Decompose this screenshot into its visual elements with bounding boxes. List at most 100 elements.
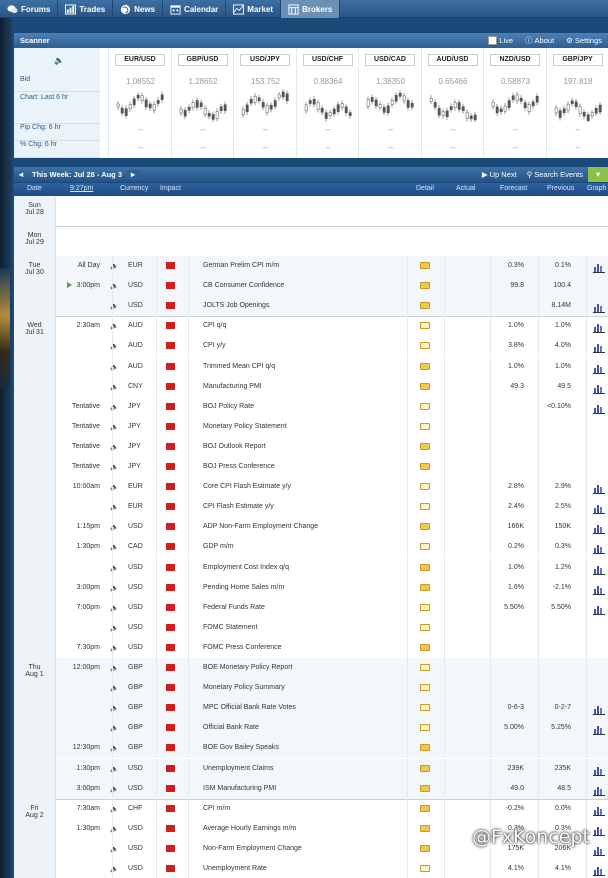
next-week-button[interactable]: ►	[126, 170, 141, 179]
event-title[interactable]: GDP m/m	[203, 543, 234, 550]
scanner-pair[interactable]: GBP/JPY 197.818 -- --	[545, 48, 608, 158]
detail-folder-icon[interactable]	[420, 784, 430, 792]
detail-folder-icon[interactable]	[420, 623, 430, 631]
table-row[interactable]: 🔈 GBP Official Bank Rate 5.00% 5.25%	[14, 718, 608, 739]
graph-icon[interactable]	[593, 503, 605, 515]
table-row[interactable]: 12:30pm 🔈 GBP BOE Gov Bailey Speaks	[14, 738, 608, 759]
graph-icon[interactable]	[593, 543, 605, 555]
pair-name[interactable]: GBP/JPY	[552, 54, 603, 66]
table-row[interactable]: Tentative 🔈 JPY BOJ Outlook Report	[14, 436, 608, 457]
table-row[interactable]: 3:00pm 🔈 USD Pending Home Sales m/m 1.6% -2.1…	[14, 577, 608, 598]
table-row[interactable]: 1:30pm 🔈 USD Unemployment Claims 239K 235K	[14, 758, 608, 779]
detail-folder-icon[interactable]	[420, 563, 430, 571]
event-title[interactable]: Pending Home Sales m/m	[203, 584, 284, 591]
graph-icon[interactable]	[593, 383, 605, 394]
event-title[interactable]: CPI q/q	[203, 322, 226, 329]
detail-folder-icon[interactable]	[420, 282, 430, 290]
event-title[interactable]: Core CPI Flash Estimate y/y	[203, 483, 291, 490]
graph-icon[interactable]	[593, 564, 605, 575]
nav-market[interactable]: Market	[226, 0, 282, 18]
table-row[interactable]: Tentative 🔈 JPY BOJ Policy Rate <0.10%	[14, 396, 608, 417]
nav-forums[interactable]: Forums	[0, 0, 59, 18]
settings-button[interactable]: ⚙ Settings	[560, 33, 608, 48]
scanner-pair[interactable]: GBP/USD 1.28652 -- --	[170, 48, 234, 158]
graph-icon[interactable]	[593, 483, 605, 495]
event-title[interactable]: Unemployment Claims	[203, 765, 273, 772]
table-row[interactable]: 🔈 CNY Manufacturing PMI 49.3 49.5	[14, 376, 608, 397]
event-title[interactable]: BOE Gov Bailey Speaks	[203, 744, 279, 751]
detail-folder-icon[interactable]	[420, 724, 430, 732]
pair-name[interactable]: AUD/USD	[427, 54, 478, 66]
detail-folder-icon[interactable]	[420, 402, 430, 410]
detail-folder-icon[interactable]	[420, 362, 430, 370]
event-title[interactable]: Manufacturing PMI	[203, 383, 262, 390]
table-row[interactable]: All Day 🔈 EUR German Prelim CPI m/m 0.3% 0.1%	[14, 256, 608, 276]
table-row[interactable]: 🔈 USD JOLTS Job Openings 8.14M	[14, 296, 608, 317]
detail-folder-icon[interactable]	[420, 824, 430, 832]
event-title[interactable]: Employment Cost Index q/q	[203, 564, 289, 571]
scanner-pair[interactable]: USD/CAD 1.38350 -- --	[358, 48, 421, 158]
event-title[interactable]: ISM Manufacturing PMI	[203, 785, 276, 792]
scanner-sound-icon[interactable]: 🔈	[54, 56, 64, 65]
detail-folder-icon[interactable]	[420, 844, 430, 852]
detail-folder-icon[interactable]	[420, 422, 430, 430]
event-title[interactable]: BOJ Policy Rate	[203, 403, 254, 410]
table-row[interactable]: 1:15pm 🔈 USD ADP Non-Farm Employment Change…	[14, 517, 608, 538]
detail-folder-icon[interactable]	[420, 583, 430, 591]
event-title[interactable]: CPI Flash Estimate y/y	[203, 503, 274, 510]
pair-name[interactable]: EUR/USD	[115, 54, 165, 66]
event-title[interactable]: Unemployment Rate	[203, 865, 267, 872]
detail-folder-icon[interactable]	[420, 865, 430, 872]
graph-icon[interactable]	[593, 302, 605, 314]
nav-brokers[interactable]: Brokers	[281, 0, 341, 18]
table-row[interactable]: 🔈 USD FOMC Statement	[14, 617, 608, 638]
event-title[interactable]: Official Bank Rate	[203, 724, 259, 731]
graph-icon[interactable]	[593, 604, 605, 615]
event-title[interactable]: BOE Monetary Policy Report	[203, 664, 292, 671]
scanner-pair[interactable]: NZD/USD 0.58873 -- --	[483, 48, 546, 158]
table-row[interactable]: 🔈 USD Unemployment Rate 4.1% 4.1%	[14, 859, 608, 878]
graph-icon[interactable]	[593, 845, 605, 856]
event-title[interactable]: JOLTS Job Openings	[203, 302, 269, 309]
graph-icon[interactable]	[593, 262, 605, 273]
live-toggle[interactable]: Live	[482, 33, 519, 48]
scanner-pair[interactable]: USD/JPY 153.752 -- --	[233, 48, 296, 158]
detail-folder-icon[interactable]	[420, 704, 430, 712]
table-row[interactable]: 🔈 AUD Trimmed Mean CPI q/q 1.0% 1.0%	[14, 356, 608, 377]
table-row[interactable]: 1:30pm 🔈 CAD GDP m/m 0.2% 0.3%	[14, 537, 608, 558]
col-time[interactable]: 9:27pm	[70, 185, 93, 192]
about-button[interactable]: ⓘ About	[519, 33, 560, 48]
pair-name[interactable]: USD/JPY	[240, 54, 290, 66]
table-row[interactable]: Tentative 🔈 JPY Monetary Policy Statement	[14, 416, 608, 437]
detail-folder-icon[interactable]	[420, 442, 430, 450]
event-title[interactable]: CB Consumer Confidence	[203, 282, 284, 289]
event-title[interactable]: MPC Official Bank Rate Votes	[203, 704, 296, 711]
graph-icon[interactable]	[593, 704, 605, 716]
event-title[interactable]: FOMC Press Conference	[203, 644, 282, 651]
pair-name[interactable]: USD/CAD	[365, 54, 415, 66]
detail-folder-icon[interactable]	[420, 804, 430, 812]
detail-folder-icon[interactable]	[420, 483, 430, 491]
table-row[interactable]: 🔈 AUD CPI y/y 3.8% 4.0%	[14, 336, 608, 357]
event-title[interactable]: Non-Farm Employment Change	[203, 845, 302, 852]
detail-folder-icon[interactable]	[420, 684, 430, 692]
detail-folder-icon[interactable]	[420, 603, 430, 611]
event-title[interactable]: Monetary Policy Statement	[203, 423, 287, 430]
detail-folder-icon[interactable]	[420, 302, 430, 310]
table-row[interactable]: 3:00pm 🔈 USD CB Consumer Confidence 99.8 100.…	[14, 276, 608, 297]
detail-folder-icon[interactable]	[420, 463, 430, 470]
table-row[interactable]: 🔈 GBP MPC Official Bank Rate Votes 0-6-3 0-2…	[14, 698, 608, 719]
table-row[interactable]: 🔈 USD Employment Cost Index q/q 1.0% 1.2%	[14, 557, 608, 578]
graph-icon[interactable]	[593, 363, 605, 374]
detail-folder-icon[interactable]	[420, 744, 430, 752]
search-events-button[interactable]: ⚲ Search Events	[522, 170, 588, 179]
event-title[interactable]: CPI m/m	[203, 805, 230, 812]
event-title[interactable]: ADP Non-Farm Employment Change	[203, 523, 318, 530]
event-title[interactable]: German Prelim CPI m/m	[203, 262, 279, 269]
event-title[interactable]: Trimmed Mean CPI q/q	[203, 363, 275, 370]
pair-name[interactable]: USD/CHF	[302, 54, 353, 66]
nav-news[interactable]: News	[113, 0, 164, 18]
table-row[interactable]: 10:00am 🔈 EUR Core CPI Flash Estimate y/y 2.…	[14, 477, 608, 498]
table-row[interactable]: 2:30am 🔈 AUD CPI q/q 1.0% 1.0%	[14, 316, 608, 337]
table-row[interactable]: 🔈 EUR CPI Flash Estimate y/y 2.4% 2.5%	[14, 497, 608, 518]
